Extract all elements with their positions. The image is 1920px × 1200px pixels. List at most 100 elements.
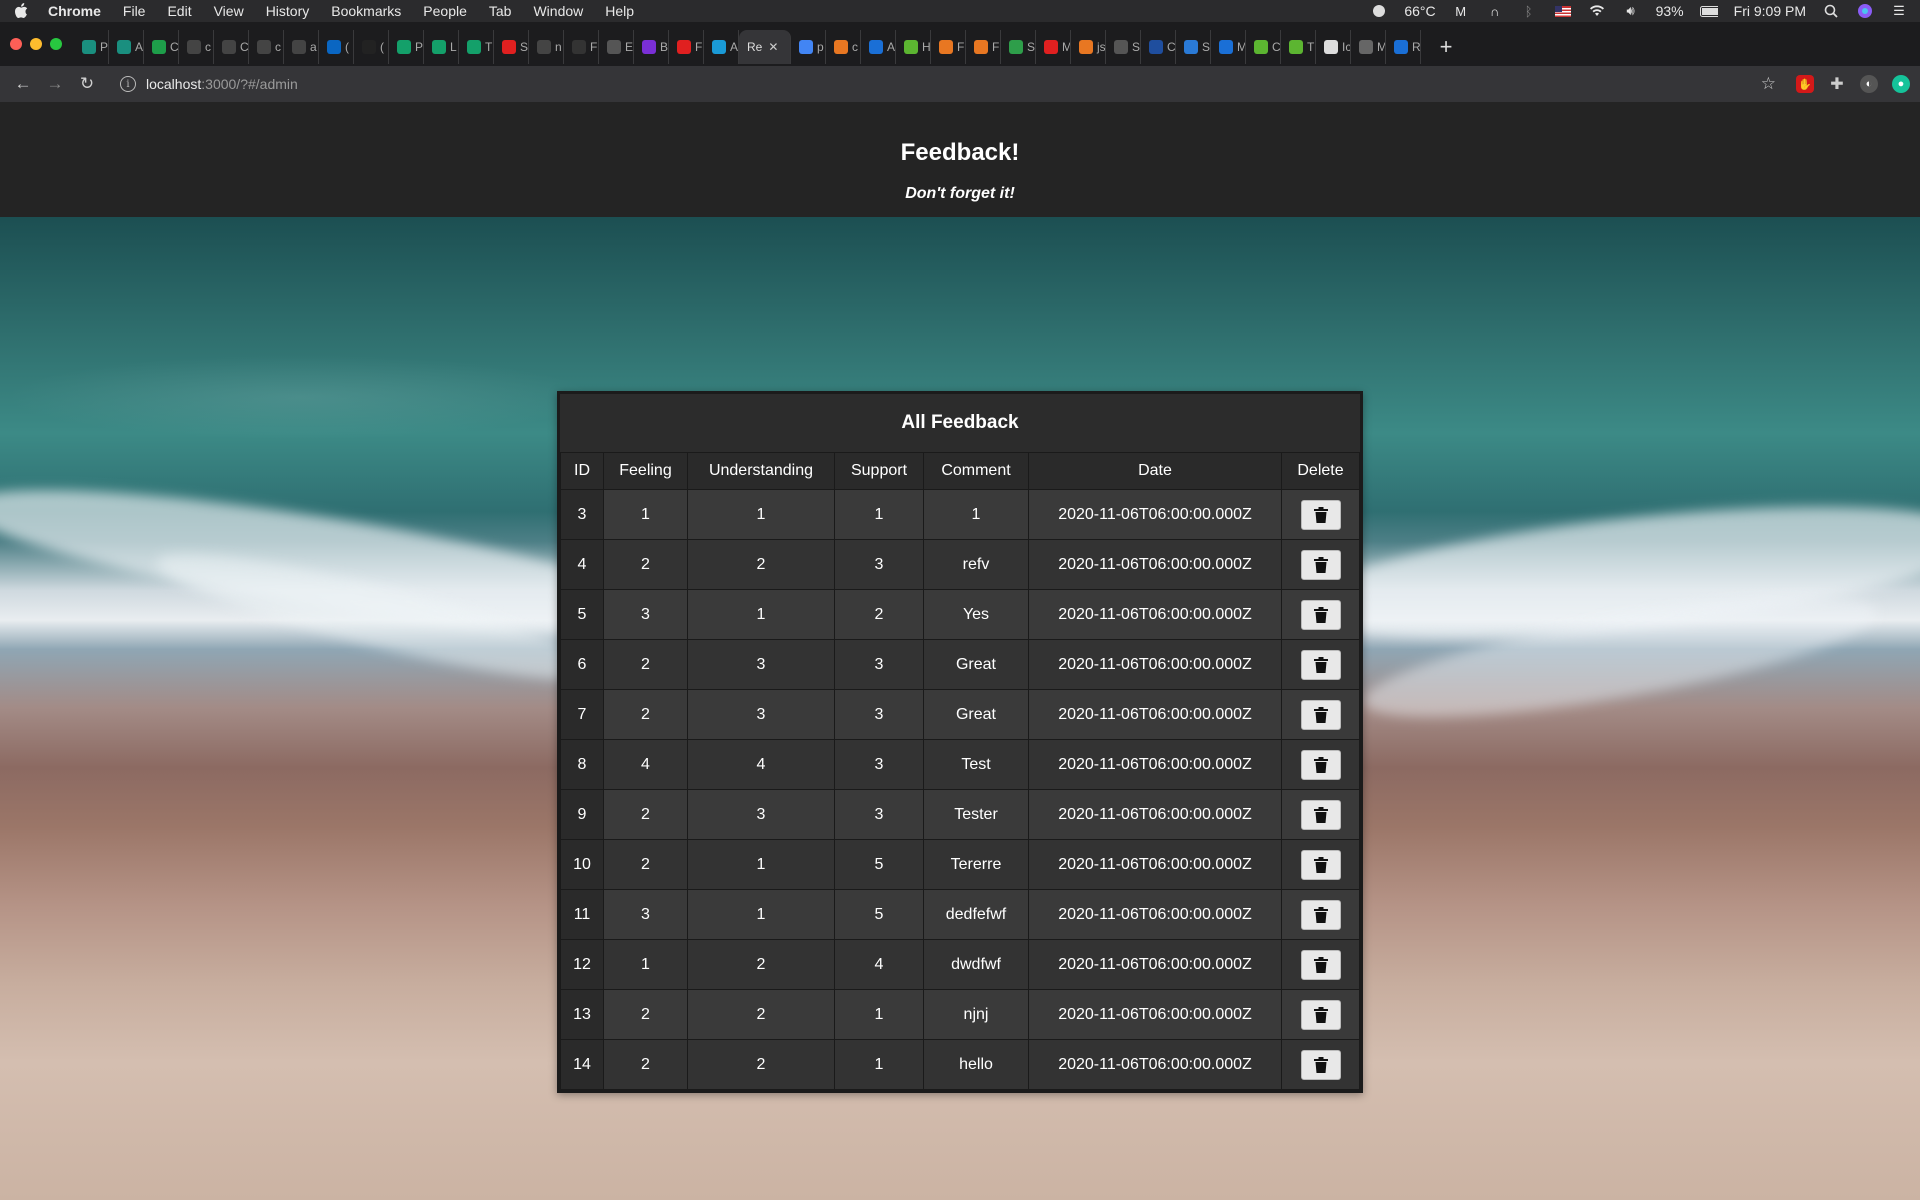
delete-button[interactable] <box>1300 649 1341 680</box>
tab-favicon-icon <box>572 40 586 54</box>
browser-tab[interactable]: C <box>1141 30 1176 64</box>
browser-tab[interactable]: c <box>826 30 861 64</box>
browser-tab[interactable]: A <box>109 30 144 64</box>
forward-button[interactable]: → <box>42 71 68 97</box>
browser-tab[interactable]: c <box>249 30 284 64</box>
delete-button[interactable] <box>1300 599 1341 630</box>
cell-comment: Great <box>923 689 1029 740</box>
close-tab-icon[interactable]: ✕ <box>768 40 778 54</box>
menu-help[interactable]: Help <box>605 3 634 19</box>
bluetooth-icon[interactable]: ᛒ <box>1520 3 1538 19</box>
delete-button[interactable] <box>1300 749 1341 780</box>
browser-tab[interactable]: F <box>564 30 599 64</box>
browser-tab[interactable]: p <box>791 30 826 64</box>
browser-tab[interactable]: n <box>529 30 564 64</box>
browser-tab[interactable]: M <box>1211 30 1246 64</box>
browser-tab[interactable]: B <box>634 30 669 64</box>
reload-button[interactable]: ↻ <box>74 71 100 97</box>
cpu-monitor-icon[interactable] <box>1370 3 1388 19</box>
menu-tab[interactable]: Tab <box>489 3 512 19</box>
site-info-icon[interactable]: i <box>120 76 136 92</box>
us-flag-icon[interactable] <box>1554 3 1572 19</box>
delete-button[interactable] <box>1300 799 1341 830</box>
menu-edit[interactable]: Edit <box>167 3 191 19</box>
siri-icon[interactable] <box>1856 3 1874 19</box>
spotlight-search-icon[interactable] <box>1822 3 1840 19</box>
browser-tab[interactable]: S <box>1176 30 1211 64</box>
browser-tab[interactable]: C <box>214 30 249 64</box>
extensions-puzzle-icon[interactable]: ✚ <box>1828 75 1846 93</box>
browser-tab[interactable]: F <box>966 30 1001 64</box>
delete-button[interactable] <box>1300 499 1341 530</box>
back-button[interactable]: ← <box>10 71 36 97</box>
zoom-window-button[interactable] <box>50 38 62 50</box>
tab-favicon-icon <box>1044 40 1058 54</box>
address-bar[interactable]: i localhost:3000/?#/admin ☆ <box>112 70 1788 98</box>
grammarly-extension-icon[interactable]: ● <box>1892 75 1910 93</box>
browser-tab[interactable]: A <box>704 30 739 64</box>
tab-title: P <box>415 40 424 54</box>
browser-tab[interactable]: F <box>669 30 704 64</box>
delete-button[interactable] <box>1300 1049 1341 1080</box>
browser-tab[interactable]: R <box>1386 30 1421 64</box>
browser-tab[interactable]: ( <box>354 30 389 64</box>
browser-tab[interactable]: S <box>1106 30 1141 64</box>
battery-icon[interactable] <box>1699 3 1718 19</box>
cell-feeling: 1 <box>603 939 688 990</box>
delete-button[interactable] <box>1300 849 1341 880</box>
wifi-icon[interactable] <box>1588 3 1606 19</box>
browser-tab[interactable]: js <box>1071 30 1106 64</box>
temperature-readout[interactable]: 66°C <box>1404 3 1435 19</box>
apple-logo-icon[interactable] <box>12 2 30 20</box>
delete-button[interactable] <box>1300 949 1341 980</box>
cell-date: 2020-11-06T06:00:00.000Z <box>1028 489 1282 540</box>
browser-tab[interactable]: S <box>1001 30 1036 64</box>
delete-button[interactable] <box>1300 899 1341 930</box>
browser-tab[interactable]: C <box>1246 30 1281 64</box>
delete-button[interactable] <box>1300 999 1341 1030</box>
page-subtitle: Don't forget it! <box>905 185 1015 202</box>
menu-bookmarks[interactable]: Bookmarks <box>331 3 401 19</box>
menu-window[interactable]: Window <box>533 3 583 19</box>
browser-tab[interactable]: a <box>284 30 319 64</box>
close-window-button[interactable] <box>10 38 22 50</box>
menu-people[interactable]: People <box>423 3 467 19</box>
menu-app-name[interactable]: Chrome <box>48 3 101 19</box>
menu-view[interactable]: View <box>214 3 244 19</box>
browser-tab[interactable]: C <box>144 30 179 64</box>
minimize-window-button[interactable] <box>30 38 42 50</box>
browser-tab[interactable]: T <box>459 30 494 64</box>
adblock-extension-icon[interactable]: ✋ <box>1796 75 1814 93</box>
new-tab-button[interactable]: + <box>1435 34 1457 60</box>
clock[interactable]: Fri 9:09 PM <box>1734 3 1806 19</box>
browser-tab[interactable]: F <box>931 30 966 64</box>
browser-tab[interactable]: S <box>494 30 529 64</box>
notification-center-icon[interactable]: ☰ <box>1890 3 1908 19</box>
menu-file[interactable]: File <box>123 3 146 19</box>
delete-button[interactable] <box>1300 699 1341 730</box>
volume-icon[interactable]: 🔊︎ <box>1622 3 1640 19</box>
delete-button[interactable] <box>1300 549 1341 580</box>
browser-tab[interactable]: P <box>389 30 424 64</box>
browser-tab[interactable]: P <box>74 30 109 64</box>
browser-tab[interactable]: A <box>861 30 896 64</box>
browser-tab[interactable]: L <box>424 30 459 64</box>
browser-tab[interactable]: T <box>1281 30 1316 64</box>
cell-delete <box>1281 989 1360 1040</box>
menu-history[interactable]: History <box>266 3 310 19</box>
trash-icon <box>1313 756 1328 773</box>
battery-percent[interactable]: 93% <box>1656 3 1684 19</box>
browser-tab[interactable]: ( <box>319 30 354 64</box>
browser-tab[interactable]: Re ✕ <box>739 30 791 64</box>
browser-tab[interactable]: M <box>1351 30 1386 64</box>
browser-tab[interactable]: M <box>1036 30 1071 64</box>
bookmark-star-icon[interactable]: ☆ <box>1761 74 1776 94</box>
browser-tab[interactable]: c <box>179 30 214 64</box>
browser-tab[interactable]: Ic <box>1316 30 1351 64</box>
malwarebytes-icon[interactable]: M <box>1452 3 1470 19</box>
browser-tab[interactable]: H <box>896 30 931 64</box>
profile-avatar[interactable]: ◐ <box>1860 75 1878 93</box>
browser-tab[interactable]: E <box>599 30 634 64</box>
arch-icon[interactable]: ∩ <box>1486 3 1504 19</box>
tab-favicon-icon <box>292 40 306 54</box>
